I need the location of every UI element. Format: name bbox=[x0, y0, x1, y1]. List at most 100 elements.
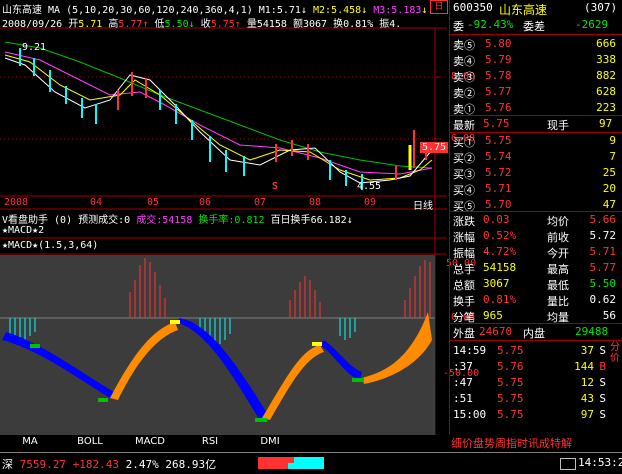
sell-label: 卖③ bbox=[453, 71, 475, 84]
sell-row: 卖② 5.77 628 bbox=[449, 84, 622, 100]
panel-tabs[interactable]: 细价盘势周指时讯成特解 bbox=[451, 435, 572, 451]
quote-panel: 600350 山东高速 (307) 委 -92.43% 委差 -2629 卖⑤ 5… bbox=[449, 0, 622, 450]
sell-row: 卖① 5.76 223 bbox=[449, 100, 622, 116]
stat-label-left: 振幅 bbox=[453, 247, 475, 260]
sell-price: 5.76 bbox=[485, 101, 512, 114]
stat-value-right: 5.50 bbox=[589, 277, 617, 290]
stat-value-left: 4.72% bbox=[483, 245, 517, 258]
signal-marker: S bbox=[272, 181, 279, 192]
macd-title-2: ★MACD★(1.5,3,64) bbox=[2, 240, 99, 251]
stat-row: 换手 0.81% 量比 0.62 bbox=[449, 292, 622, 308]
tick-volume: 144 bbox=[574, 360, 594, 373]
tab-boll[interactable]: BOLL bbox=[60, 436, 120, 450]
x-label-07: 07 bbox=[254, 197, 267, 208]
wei-bi-value: -92.43% bbox=[467, 18, 514, 31]
x-label-2008: 2008 bbox=[4, 197, 29, 208]
tick-flag: S bbox=[599, 344, 606, 357]
sell-price: 5.77 bbox=[485, 85, 512, 98]
tick-volume: 97 bbox=[580, 408, 594, 421]
stat-value-right: 5.77 bbox=[589, 261, 617, 274]
tick-time: :51 bbox=[453, 392, 473, 405]
tick-price: 5.75 bbox=[497, 376, 524, 389]
index-pct: 2.47% bbox=[125, 458, 159, 471]
stat-label-left: 换手 bbox=[453, 295, 475, 308]
buy-volume: 7 bbox=[609, 150, 616, 163]
buy-price: 5.70 bbox=[485, 198, 512, 211]
sell-label: 卖② bbox=[453, 87, 475, 100]
hundred-label: 百日换手 bbox=[270, 215, 311, 226]
sell-price: 5.79 bbox=[485, 53, 512, 66]
sell-volume: 882 bbox=[596, 69, 616, 82]
high-annotation: 9.21 bbox=[22, 42, 47, 53]
now-hand-value: 97 bbox=[599, 117, 613, 130]
stat-label-left: 总手 bbox=[453, 263, 475, 276]
stat-label-right: 今开 bbox=[547, 247, 569, 260]
index-value: 7559.27 bbox=[19, 458, 66, 471]
tick-volume: 12 bbox=[580, 376, 594, 389]
tick-flag: S bbox=[599, 408, 606, 421]
sell-row: 卖⑤ 5.80 666 bbox=[449, 36, 622, 52]
sell-price: 5.78 bbox=[485, 69, 512, 82]
stat-value-left: 0.03 bbox=[483, 213, 510, 226]
x-label-08: 08 bbox=[309, 197, 322, 208]
hundred-arrow: ↓ bbox=[346, 215, 353, 226]
quote-title: 600350 山东高速 (307) bbox=[449, 0, 622, 17]
stat-row: 涨跌 0.03 均价 5.66 bbox=[449, 212, 622, 228]
inner-value: 29488 bbox=[575, 325, 609, 338]
buy-price: 5.71 bbox=[485, 182, 512, 195]
stat-value-right: 5.66 bbox=[589, 213, 617, 226]
tick-volume: 43 bbox=[580, 392, 594, 405]
latest-row: 最新 5.75 现手 97 bbox=[449, 116, 622, 132]
tick-row: :37 5.76 144 B bbox=[449, 359, 622, 375]
tab-macd[interactable]: MACD bbox=[120, 436, 180, 450]
outer-value: 24670 bbox=[479, 325, 513, 338]
sell-label: 卖⑤ bbox=[453, 39, 475, 52]
buy-label: 买③ bbox=[453, 168, 475, 181]
stat-label-right: 前收 bbox=[547, 231, 569, 244]
index-change: +182.43 bbox=[72, 458, 119, 471]
tick-row: 14:59 5.75 37 S bbox=[449, 343, 622, 359]
status-bar: 深 7559.27 +182.43 2.47% 268.93亿 14:53:21 bbox=[0, 452, 622, 474]
buy-row: 买③ 5.72 25 bbox=[449, 165, 622, 181]
stat-value-right: 0.62 bbox=[589, 293, 617, 306]
inner-outer-row: 外盘 24670 内盘 29488 bbox=[449, 324, 622, 340]
tab-dmi[interactable]: DMI bbox=[240, 436, 300, 450]
tab-rsi[interactable]: RSI bbox=[180, 436, 240, 450]
turnover-label: 换手率: bbox=[198, 215, 235, 226]
tick-price: 5.75 bbox=[497, 344, 524, 357]
stat-value-left: 54158 bbox=[483, 261, 517, 274]
stat-value-left: 3067 bbox=[483, 277, 510, 290]
wei-cha-label: 委差 bbox=[523, 20, 545, 33]
stat-row: 总手 54158 最高 5.77 bbox=[449, 260, 622, 276]
buy-label: 买② bbox=[453, 152, 475, 165]
wei-cha-value: -2629 bbox=[575, 18, 609, 31]
tick-flag: S bbox=[599, 392, 606, 405]
side-tab-fenjia[interactable]: 分价 bbox=[610, 342, 622, 364]
period-label[interactable]: 日线 bbox=[413, 197, 433, 212]
chart-area[interactable]: 山东高速 MA (5,10,20,30,60,120,240,360,4,1) … bbox=[0, 0, 479, 435]
quote-stock-name: 山东高速 bbox=[499, 3, 548, 17]
clock: 14:53:21 bbox=[578, 456, 622, 469]
buy-label: 买④ bbox=[453, 184, 475, 197]
sell-volume: 223 bbox=[596, 101, 616, 114]
tick-flag: S bbox=[599, 376, 606, 389]
indicator-bar: V看盘助手 (0) 预测成交:0 成交:54158 换手率:0.812 百日换手… bbox=[2, 211, 353, 226]
inner-label: 内盘 bbox=[523, 327, 545, 340]
x-label-09: 09 bbox=[364, 197, 377, 208]
sell-volume: 666 bbox=[596, 37, 616, 50]
tab-ma[interactable]: MA bbox=[0, 436, 60, 450]
stat-label-left: 涨幅 bbox=[453, 231, 475, 244]
stat-label-right: 均价 bbox=[547, 215, 569, 228]
buy-price: 5.75 bbox=[485, 134, 512, 147]
stat-row: 振幅 4.72% 今开 5.71 bbox=[449, 244, 622, 260]
stat-row: 涨幅 0.52% 前收 5.72 bbox=[449, 228, 622, 244]
tick-price: 5.76 bbox=[497, 360, 524, 373]
tick-price: 5.75 bbox=[497, 408, 524, 421]
stock-code: 600350 bbox=[453, 1, 493, 14]
stat-value-left: 965 bbox=[483, 309, 503, 322]
stat-label-left: 总额 bbox=[453, 279, 475, 292]
tick-time: 14:59 bbox=[453, 344, 487, 357]
stat-row: 分笔 965 均量 56 bbox=[449, 308, 622, 324]
wei-bi-label: 委 bbox=[453, 20, 464, 33]
stat-value-right: 5.71 bbox=[589, 245, 617, 258]
